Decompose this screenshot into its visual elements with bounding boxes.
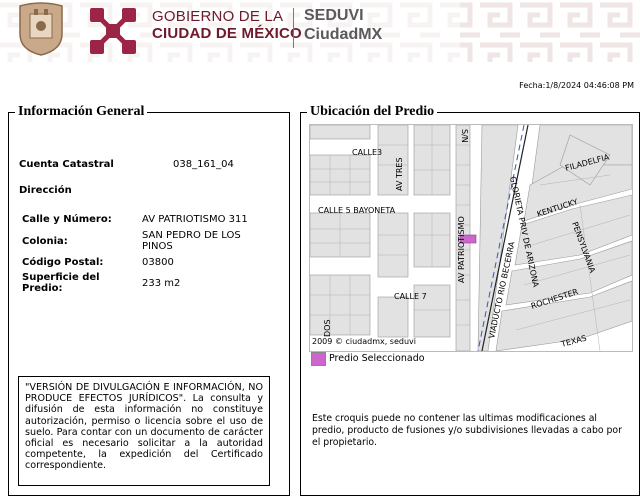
superficie-label-line-1: Superficie del [22,272,100,283]
street-calle3: CALLE3 [352,148,382,157]
selected-parcel-swatch [311,352,326,366]
selected-parcel-legend: Predio Seleccionado [329,353,425,364]
street-calle7: CALLE 7 [394,292,427,301]
colonia-value: SAN PEDRO DE LOS PINOS [142,230,241,252]
cuenta-value: 038_161_04 [173,159,234,170]
gov-line-2: CIUDAD DE MÉXICO [152,25,302,42]
agency-line-1: SEDUVI [304,7,364,24]
cp-label: Código Postal: [22,257,104,268]
cuenta-label: Cuenta Catastral [19,159,114,170]
superficie-value: 233 m2 [142,278,181,289]
city-crest-icon [19,2,63,56]
colonia-value-line-1: SAN PEDRO DE LOS [142,230,241,241]
agency-name: SEDUVI CiudadMX [304,6,382,44]
superficie-label-line-2: Predio: [22,283,63,294]
government-name: GOBIERNO DE LA CIUDAD DE MÉXICO [152,8,302,42]
page-header: GOBIERNO DE LA CIUDAD DE MÉXICO SEDUVI C… [0,0,640,62]
street-calle5: CALLE 5 BAYONETA [318,206,396,215]
colonia-label: Colonia: [22,236,68,247]
street-sn: S/N [460,129,469,143]
street-patriotismo: AV PATRIOTISMO [457,216,466,283]
general-info-title: Información General [18,104,145,119]
timestamp: Fecha:1/8/2024 04:46:08 PM [519,81,634,90]
location-map[interactable]: CALLE3 AV TRES S/N CALLE 5 BAYONETA AV P… [309,124,633,352]
superficie-label: Superficie del Predio: [22,272,100,294]
gov-line-1: GOBIERNO DE LA [152,8,284,25]
street-av-tres: AV TRES [395,157,404,191]
map-canvas[interactable]: CALLE3 AV TRES S/N CALLE 5 BAYONETA AV P… [310,125,632,351]
map-disclaimer-note: Este croquis puede no contener las ultim… [312,413,622,448]
cp-value: 03800 [142,257,174,268]
map-credit: 2009 © ciudadmx, seduvi [312,337,417,346]
cdmx-logo-icon [90,8,136,54]
street-dos: DOS [323,319,332,337]
calle-label: Calle y Número: [22,214,112,225]
location-title: Ubicación del Predio [310,104,435,119]
colonia-value-line-2: PINOS [142,241,173,252]
header-divider [293,8,294,48]
agency-line-2: CiudadMX [304,26,383,43]
legal-disclaimer: "VERSIÓN DE DIVULGACIÓN E INFORMACIÓN, N… [18,376,270,486]
calle-value: AV PATRIOTISMO 311 [142,214,248,225]
direccion-label: Dirección [19,185,72,196]
